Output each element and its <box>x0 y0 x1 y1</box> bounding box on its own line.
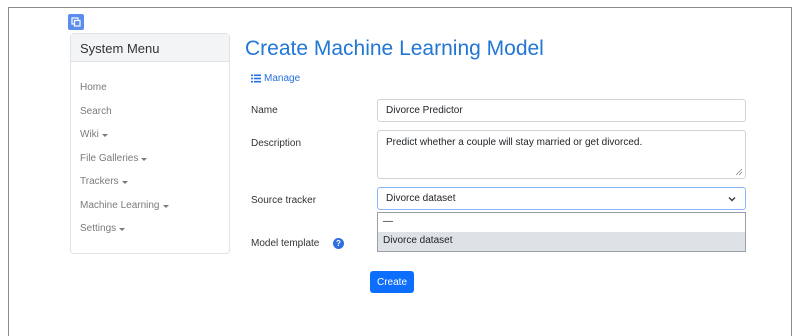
caret-down-icon <box>141 157 148 161</box>
menu-item-wiki[interactable]: Wiki <box>80 128 229 152</box>
menu-item-label: Trackers <box>80 176 119 187</box>
menu-item-machine-learning[interactable]: Machine Learning <box>80 199 229 223</box>
caret-down-icon <box>162 204 169 208</box>
description-label: Description <box>251 138 302 149</box>
description-textarea[interactable]: Predict whether a couple will stay marri… <box>377 130 746 179</box>
name-label: Name <box>251 105 278 116</box>
caret-down-icon <box>101 134 108 137</box>
system-menu-title: System Menu <box>71 34 229 62</box>
menu-item-label: Search <box>80 105 112 117</box>
menu-item-label: Machine Learning <box>80 199 160 211</box>
name-input[interactable] <box>377 99 746 122</box>
help-icon[interactable]: ? <box>333 238 344 249</box>
menu-item-home[interactable]: Home <box>80 81 229 105</box>
resize-grip-icon[interactable] <box>734 167 743 176</box>
model-template-label: Model template <box>251 238 320 249</box>
menu-item-trackers[interactable]: Trackers <box>80 175 229 199</box>
menu-item-label: Wiki <box>80 129 99 140</box>
list-icon <box>251 74 261 83</box>
menu-item-search[interactable]: Search <box>80 105 229 129</box>
menu-item-file-galleries[interactable]: File Galleries <box>80 152 229 176</box>
option-divorce-dataset[interactable]: Divorce dataset <box>378 232 745 251</box>
system-menu-list: Home Search Wiki File Galleries Trackers… <box>71 62 229 246</box>
system-menu: System Menu Home Search Wiki File Galler… <box>70 33 230 254</box>
caret-down-icon <box>121 181 128 184</box>
window-icon[interactable] <box>68 14 84 30</box>
option-empty[interactable]: — <box>378 213 745 232</box>
menu-item-label: Home <box>80 82 107 93</box>
create-button[interactable]: Create <box>370 271 414 293</box>
menu-item-label: Settings <box>80 223 117 234</box>
source-tracker-select[interactable]: Divorce dataset <box>377 187 746 210</box>
menu-item-settings[interactable]: Settings <box>80 222 229 246</box>
manage-link[interactable]: Manage <box>251 73 300 84</box>
chevron-down-icon <box>728 197 736 202</box>
menu-item-label: File Galleries <box>80 152 139 164</box>
source-tracker-selected: Divorce dataset <box>386 193 456 204</box>
source-tracker-options: — Divorce dataset <box>377 212 746 252</box>
caret-down-icon <box>119 228 126 231</box>
source-tracker-label: Source tracker <box>251 195 317 206</box>
manage-link-label: Manage <box>264 73 301 84</box>
page-title: Create Machine Learning Model <box>245 37 544 60</box>
